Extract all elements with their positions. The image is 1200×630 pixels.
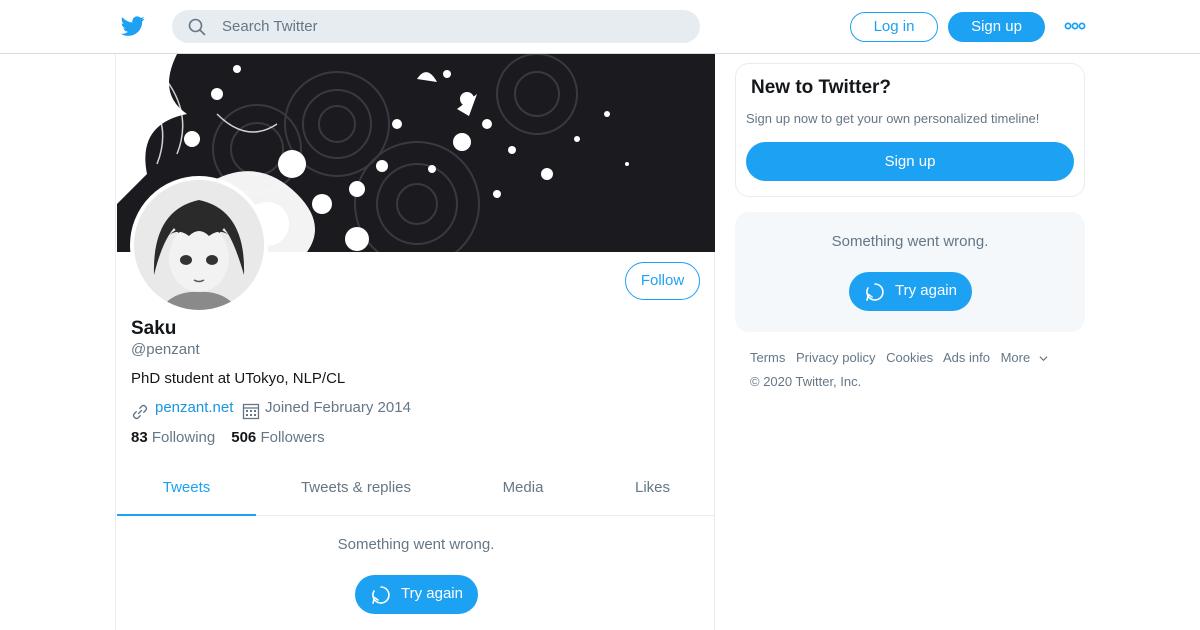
following-stat[interactable]: 83 Following [131, 429, 215, 446]
timeline-error-message: Something went wrong. [337, 536, 495, 553]
copyright: © 2020 Twitter, Inc. [750, 374, 862, 389]
profile-avatar[interactable] [130, 176, 268, 314]
search-box[interactable] [172, 10, 700, 43]
signup-button[interactable]: Sign up [948, 12, 1045, 42]
footer-link-terms[interactable]: Terms [750, 350, 785, 365]
tab-tweets[interactable]: Tweets [117, 464, 256, 516]
follow-button[interactable]: Follow [625, 262, 700, 300]
tab-likes[interactable]: Likes [590, 464, 715, 516]
following-label: Following [151, 429, 216, 446]
tab-tweets-and-replies[interactable]: Tweets & replies [256, 464, 456, 516]
profile-website-link[interactable]: penzant.net [155, 399, 233, 416]
sidebar-retry-button[interactable]: Try again [849, 272, 972, 311]
retry-label: Try again [401, 585, 463, 602]
profile-tabs: Tweets Tweets & replies Media Likes [117, 464, 715, 516]
profile-joined-date: Joined February 2014 [265, 399, 411, 416]
footer-link-ads-info[interactable]: Ads info [943, 350, 990, 365]
new-to-twitter-title: New to Twitter? [751, 77, 892, 98]
link-icon [132, 404, 148, 420]
chevron-down-icon [1039, 356, 1048, 362]
footer-more-label: More [1000, 350, 1031, 365]
followers-stat[interactable]: 506 Followers [231, 429, 324, 446]
footer: Terms Privacy policy Cookies Ads info Mo… [750, 350, 1080, 389]
top-navigation-bar: Log in Sign up [0, 0, 1200, 54]
search-icon [188, 18, 206, 36]
profile-name: Saku [131, 318, 177, 339]
profile-handle: @penzant [131, 341, 200, 358]
followers-count: 506 [231, 429, 257, 446]
retry-icon [372, 586, 390, 604]
following-count: 83 [131, 429, 148, 446]
profile-stats: 83 Following 506 Followers [131, 429, 325, 446]
avatar-sketch [134, 180, 264, 310]
tab-media[interactable]: Media [456, 464, 590, 516]
followers-label: Followers [260, 429, 325, 446]
footer-link-cookies[interactable]: Cookies [886, 350, 933, 365]
retry-icon [866, 283, 884, 301]
footer-link-privacy[interactable]: Privacy policy [796, 350, 875, 365]
sidebar-signup-button[interactable]: Sign up [746, 142, 1074, 181]
sidebar-error-panel: Something went wrong. Try again [735, 212, 1085, 332]
footer-links: Terms Privacy policy Cookies Ads info Mo… [750, 350, 1080, 365]
sidebar-error-message: Something went wrong. [831, 233, 989, 250]
calendar-icon [242, 403, 260, 420]
search-input[interactable] [222, 10, 682, 43]
footer-link-more[interactable]: More [1001, 350, 1049, 365]
retry-label: Try again [895, 282, 957, 299]
timeline-retry-button[interactable]: Try again [355, 575, 478, 614]
profile-column: Follow Saku @penzant PhD student at UTok… [115, 54, 715, 630]
more-dots-icon[interactable] [1064, 18, 1086, 34]
twitter-bird-icon[interactable] [120, 14, 146, 38]
new-to-twitter-panel: New to Twitter? Sign up now to get your … [735, 63, 1085, 197]
login-button[interactable]: Log in [850, 12, 938, 42]
profile-bio: PhD student at UTokyo, NLP/CL [131, 370, 346, 387]
new-to-twitter-description: Sign up now to get your own personalized… [746, 111, 1040, 126]
